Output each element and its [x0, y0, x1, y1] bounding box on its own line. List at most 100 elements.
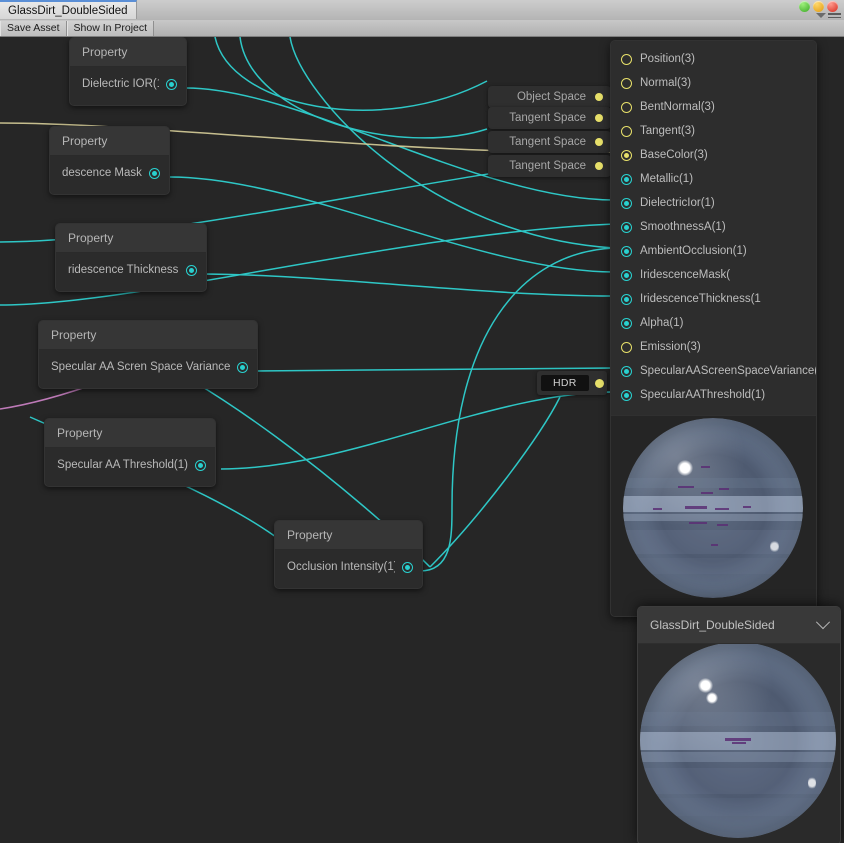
output-port-dot[interactable] [195, 459, 206, 471]
master-port-dot[interactable] [621, 317, 632, 329]
output-port-dot[interactable] [595, 138, 603, 146]
master-port-dot[interactable] [621, 173, 632, 185]
master-port-dot[interactable] [621, 365, 632, 377]
property-node-dielectric-ior[interactable]: Property Dielectric IOR(1) [69, 37, 187, 106]
output-port-label: ridescence Thickness(1) [68, 264, 179, 276]
master-port-row[interactable]: Emission(3) [611, 335, 816, 359]
output-port-dot[interactable] [594, 378, 604, 388]
master-port-dot[interactable] [621, 389, 632, 401]
master-port-dot[interactable] [621, 221, 632, 233]
master-port-row[interactable]: BaseColor(3) [611, 143, 816, 167]
space-node-tangent-3[interactable]: Tangent Space [488, 155, 611, 177]
hdr-label: HDR [541, 375, 589, 391]
output-port-dot[interactable] [595, 93, 603, 101]
output-port-label: descence Mask(1) [62, 167, 142, 179]
master-port-row[interactable]: IridescenceMask( [611, 263, 816, 287]
space-node-label: Object Space [516, 91, 586, 103]
master-port-dot[interactable] [621, 245, 632, 257]
master-port-row[interactable]: SpecularAAScreenSpaceVariance(1 [611, 359, 816, 383]
save-asset-button[interactable]: Save Asset [0, 20, 67, 36]
master-node[interactable]: Position(3) Normal(3) BentNormal(3) Tangent… [610, 40, 817, 617]
master-port-label: DielectricIor(1) [640, 197, 715, 209]
space-node-label: Tangent Space [509, 160, 586, 172]
minimize-button[interactable] [813, 1, 824, 12]
output-port-dot[interactable] [402, 561, 413, 573]
space-node-object[interactable]: Object Space [488, 86, 611, 108]
master-port-label: SpecularAAScreenSpaceVariance(1 [640, 365, 816, 377]
master-port-dot[interactable] [621, 53, 632, 65]
master-port-row[interactable]: Metallic(1) [611, 167, 816, 191]
chevron-down-icon[interactable] [815, 615, 831, 630]
window-controls [799, 1, 838, 12]
master-port-row[interactable]: Position(3) [611, 47, 816, 71]
master-port-dot[interactable] [621, 197, 632, 209]
output-port-dot[interactable] [595, 114, 603, 122]
output-port-label: Specular AA Threshold(1) [57, 459, 188, 471]
master-port-row[interactable]: Tangent(3) [611, 119, 816, 143]
material-preview-title: GlassDirt_DoubleSided [650, 618, 775, 632]
output-port-row[interactable]: Dielectric IOR(1) [70, 73, 186, 95]
graph-toolbar: Save Asset Show In Project [0, 20, 844, 37]
close-button[interactable] [827, 1, 838, 12]
property-node-occlusion-intensity[interactable]: Property Occlusion Intensity(1) [274, 520, 423, 589]
master-port-row[interactable]: IridescenceThickness(1 [611, 287, 816, 311]
output-port-dot[interactable] [166, 78, 177, 90]
output-port-dot[interactable] [149, 167, 160, 179]
master-port-label: BaseColor(3) [640, 149, 708, 161]
master-port-label: IridescenceThickness(1 [640, 293, 761, 305]
material-preview-header[interactable]: GlassDirt_DoubleSided [638, 607, 840, 644]
master-port-label: AmbientOcclusion(1) [640, 245, 747, 257]
property-node-specular-aa-threshold[interactable]: Property Specular AA Threshold(1) [44, 418, 216, 487]
master-port-dot[interactable] [621, 77, 632, 89]
output-port-row[interactable]: Occlusion Intensity(1) [275, 556, 422, 578]
master-node-ports: Position(3) Normal(3) BentNormal(3) Tangent… [611, 41, 816, 415]
master-port-row[interactable]: DielectricIor(1) [611, 191, 816, 215]
master-port-label: Metallic(1) [640, 173, 694, 185]
node-title: Property [70, 38, 186, 67]
document-tab[interactable]: GlassDirt_DoubleSided [0, 0, 137, 19]
graph-canvas[interactable]: Object Space Tangent Space Tangent Space… [0, 37, 844, 843]
master-port-dot[interactable] [621, 293, 632, 305]
hdr-node[interactable]: HDR [537, 371, 607, 395]
master-port-row[interactable]: BentNormal(3) [611, 95, 816, 119]
master-port-row[interactable]: Alpha(1) [611, 311, 816, 335]
property-node-iridescence-thickness[interactable]: Property ridescence Thickness(1) [55, 223, 207, 292]
space-node-tangent-2[interactable]: Tangent Space [488, 131, 611, 153]
property-node-specular-aa-screen-space-variance[interactable]: Property Specular AA Scren Space Varianc… [38, 320, 258, 389]
output-port-row[interactable]: ridescence Thickness(1) [56, 259, 206, 281]
property-node-iridescence-mask[interactable]: Property descence Mask(1) [49, 126, 170, 195]
output-port-label: Dielectric IOR(1) [82, 78, 159, 90]
node-title: Property [50, 127, 169, 156]
master-port-dot[interactable] [621, 101, 632, 113]
node-body: descence Mask(1) [50, 156, 169, 194]
output-port-dot[interactable] [186, 264, 197, 276]
master-port-dot[interactable] [621, 341, 632, 353]
node-title: Property [39, 321, 257, 350]
output-port-row[interactable]: Specular AA Scren Space Variance(1) [39, 356, 257, 378]
master-port-label: SmoothnessA(1) [640, 221, 726, 233]
output-port-dot[interactable] [595, 162, 603, 170]
master-port-dot[interactable] [621, 269, 632, 281]
master-port-label: IridescenceMask( [640, 269, 731, 281]
master-port-row[interactable]: AmbientOcclusion(1) [611, 239, 816, 263]
material-preview-body[interactable] [638, 644, 840, 843]
space-node-tangent-1[interactable]: Tangent Space [488, 107, 611, 129]
master-port-label: Position(3) [640, 53, 695, 65]
chevron-down-icon[interactable] [816, 13, 826, 18]
zoom-button[interactable] [799, 1, 810, 12]
show-in-project-button[interactable]: Show In Project [66, 20, 155, 36]
master-port-dot[interactable] [621, 149, 632, 161]
node-body: ridescence Thickness(1) [56, 253, 206, 291]
space-node-label: Tangent Space [509, 136, 586, 148]
master-port-row[interactable]: SmoothnessA(1) [611, 215, 816, 239]
output-port-row[interactable]: Specular AA Threshold(1) [45, 454, 215, 476]
master-port-row[interactable]: SpecularAAThreshold(1) [611, 383, 816, 407]
output-port-dot[interactable] [237, 361, 248, 373]
node-title: Property [275, 521, 422, 550]
master-port-dot[interactable] [621, 125, 632, 137]
master-port-label: Alpha(1) [640, 317, 684, 329]
master-node-preview[interactable] [611, 415, 816, 616]
master-port-row[interactable]: Normal(3) [611, 71, 816, 95]
material-preview-window[interactable]: GlassDirt_DoubleSided [637, 606, 841, 843]
output-port-row[interactable]: descence Mask(1) [50, 162, 169, 184]
